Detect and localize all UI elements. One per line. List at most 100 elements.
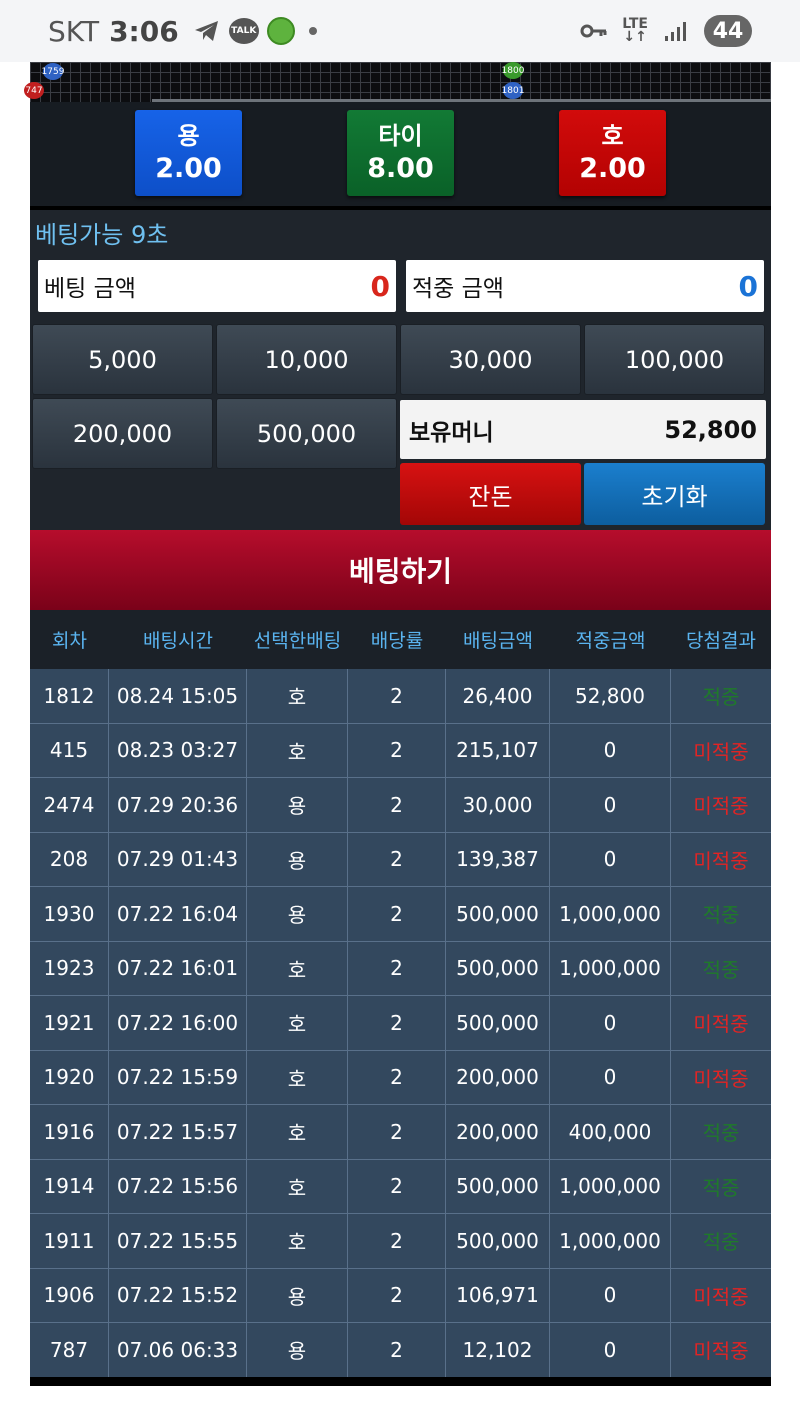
balance-box: 보유머니 52,800 bbox=[400, 400, 766, 459]
table-cell: 1906 bbox=[30, 1268, 109, 1322]
table-cell: 1,000,000 bbox=[550, 941, 671, 995]
status-bar: SKT 3:06 TALK LTE ↓↑ 44 bbox=[0, 0, 800, 62]
table-row: 1906 07.22 15:52 용 2 106,971 0 미적중 bbox=[30, 1268, 771, 1323]
road-bead: 1801 bbox=[502, 82, 524, 99]
table-row: 1920 07.22 15:59 호 2 200,000 0 미적중 bbox=[30, 1050, 771, 1105]
table-cell: 호 bbox=[247, 1159, 348, 1213]
result-cell: 미적중 bbox=[693, 794, 749, 819]
result-cell: 적중 bbox=[702, 685, 740, 710]
table-cell: 07.29 01:43 bbox=[109, 832, 247, 886]
chip-100000-button[interactable]: 100,000 bbox=[584, 324, 765, 395]
table-cell: 호 bbox=[247, 723, 348, 777]
table-cell: 07.22 15:57 bbox=[109, 1105, 247, 1159]
table-row: 1916 07.22 15:57 호 2 200,000 400,000 적중 bbox=[30, 1105, 771, 1160]
dragon-odds: 2.00 bbox=[155, 153, 222, 184]
table-cell: 1920 bbox=[30, 1050, 109, 1104]
table-cell: 215,107 bbox=[446, 723, 550, 777]
table-cell: 200,000 bbox=[446, 1105, 550, 1159]
road-bead: 1800 bbox=[502, 62, 524, 79]
result-cell: 미적중 bbox=[693, 1012, 749, 1037]
table-cell: 139,387 bbox=[446, 832, 550, 886]
table-cell: 500,000 bbox=[446, 941, 550, 995]
tiger-bet-button[interactable]: 호 2.00 bbox=[559, 110, 666, 196]
table-cell: 용 bbox=[247, 1268, 348, 1322]
table-cell: 호 bbox=[247, 669, 348, 723]
chip-10000-button[interactable]: 10,000 bbox=[216, 324, 397, 395]
table-cell: 07.22 15:56 bbox=[109, 1159, 247, 1213]
key-icon bbox=[580, 17, 608, 45]
app-ball-icon bbox=[266, 17, 295, 45]
result-cell: 적중 bbox=[702, 903, 740, 928]
table-cell: 0 bbox=[550, 996, 671, 1050]
result-cell: 적중 bbox=[702, 1121, 740, 1146]
table-cell: 500,000 bbox=[446, 996, 550, 1050]
table-cell: 2 bbox=[348, 832, 446, 886]
result-cell: 미적중 bbox=[693, 848, 749, 873]
result-cell: 적중 bbox=[702, 1175, 740, 1200]
table-cell: 106,971 bbox=[446, 1268, 550, 1322]
table-cell: 500,000 bbox=[446, 887, 550, 941]
table-header: 회차 배팅시간 선택한배팅 배당률 배팅금액 적중금액 당첨결과 bbox=[30, 610, 771, 669]
result-cell: 미적중 bbox=[693, 1284, 749, 1309]
table-cell: 400,000 bbox=[550, 1105, 671, 1159]
chip-5000-button[interactable]: 5,000 bbox=[32, 324, 213, 395]
column-header: 배팅금액 bbox=[463, 630, 533, 652]
table-cell: 호 bbox=[247, 1214, 348, 1268]
column-header: 회차 bbox=[52, 630, 87, 652]
dragon-bet-button[interactable]: 용 2.00 bbox=[135, 110, 242, 196]
table-cell: 1911 bbox=[30, 1214, 109, 1268]
table-row: 787 07.06 06:33 용 2 12,102 0 미적중 bbox=[30, 1323, 771, 1378]
table-cell: 용 bbox=[247, 887, 348, 941]
table-cell: 2 bbox=[348, 1050, 446, 1104]
table-cell: 208 bbox=[30, 832, 109, 886]
table-cell: 호 bbox=[247, 941, 348, 995]
table-cell: 1914 bbox=[30, 1159, 109, 1213]
carrier-label: SKT bbox=[48, 14, 100, 48]
bet-history-table: 회차 배팅시간 선택한배팅 배당률 배팅금액 적중금액 당첨결과 1812 08.… bbox=[30, 610, 771, 1378]
result-cell: 미적중 bbox=[693, 739, 749, 764]
table-cell: 500,000 bbox=[446, 1159, 550, 1213]
place-bet-button[interactable]: 베팅하기 bbox=[30, 530, 771, 610]
table-cell: 2 bbox=[348, 1159, 446, 1213]
chip-500000-button[interactable]: 500,000 bbox=[216, 398, 397, 469]
table-cell: 용 bbox=[247, 832, 348, 886]
table-row: 1914 07.22 15:56 호 2 500,000 1,000,000 적중 bbox=[30, 1159, 771, 1214]
column-header: 당첨결과 bbox=[686, 630, 756, 652]
lte-icon: LTE ↓↑ bbox=[622, 16, 648, 45]
kakaotalk-icon: TALK bbox=[228, 18, 259, 44]
odds-row: 용 2.00 타이 8.00 호 2.00 bbox=[30, 102, 771, 206]
table-row: 415 08.23 03:27 호 2 215,107 0 미적중 bbox=[30, 723, 771, 778]
table-cell: 415 bbox=[30, 723, 109, 777]
table-row: 1923 07.22 16:01 호 2 500,000 1,000,000 적중 bbox=[30, 941, 771, 996]
dragon-label: 용 bbox=[177, 122, 200, 150]
chip-30000-button[interactable]: 30,000 bbox=[400, 324, 581, 395]
column-header: 적중금액 bbox=[575, 630, 646, 652]
bet-amount-label: 베팅 금액 bbox=[44, 276, 136, 302]
tie-bet-button[interactable]: 타이 8.00 bbox=[347, 110, 454, 196]
table-cell: 07.22 16:04 bbox=[109, 887, 247, 941]
table-cell: 2 bbox=[348, 996, 446, 1050]
table-cell: 52,800 bbox=[550, 669, 671, 723]
bottom-border bbox=[30, 1377, 771, 1386]
table-cell: 1923 bbox=[30, 941, 109, 995]
table-cell: 2 bbox=[348, 1323, 446, 1377]
tie-odds: 8.00 bbox=[367, 153, 434, 184]
game-panel: 1759 747 1800 1801 용 2.00 타이 8.00 호 2.00… bbox=[24, 62, 771, 1386]
telegram-icon bbox=[193, 17, 221, 45]
battery-icon: 44 bbox=[704, 15, 752, 47]
table-cell: 787 bbox=[30, 1323, 109, 1377]
table-row: 1930 07.22 16:04 용 2 500,000 1,000,000 적중 bbox=[30, 887, 771, 942]
table-cell: 2 bbox=[348, 941, 446, 995]
reset-button[interactable]: 초기화 bbox=[584, 463, 765, 525]
change-button[interactable]: 잔돈 bbox=[400, 463, 581, 525]
table-cell: 호 bbox=[247, 1050, 348, 1104]
table-cell: 0 bbox=[550, 1323, 671, 1377]
clock: 3:06 bbox=[109, 14, 179, 48]
table-cell: 1,000,000 bbox=[550, 1214, 671, 1268]
table-cell: 07.22 16:01 bbox=[109, 941, 247, 995]
more-notifications-dot-icon bbox=[308, 27, 317, 35]
table-cell: 08.24 15:05 bbox=[109, 669, 247, 723]
table-cell: 1812 bbox=[30, 669, 109, 723]
chip-200000-button[interactable]: 200,000 bbox=[32, 398, 213, 469]
table-cell: 0 bbox=[550, 778, 671, 832]
